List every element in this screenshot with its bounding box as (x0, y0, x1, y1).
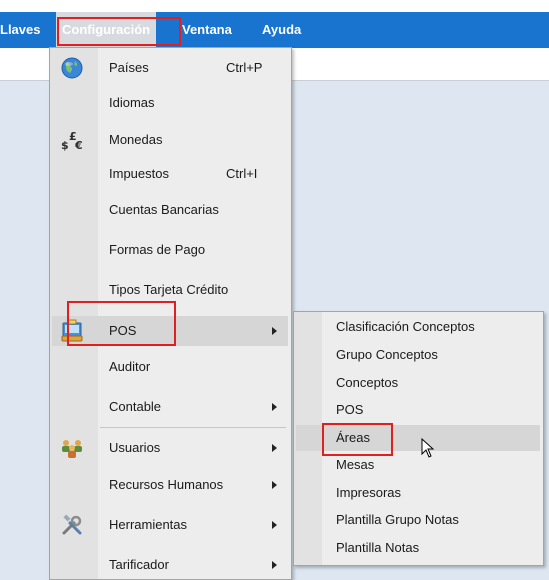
submenu-item-label: Mesas (336, 457, 375, 472)
menu-item-recursos-humanos[interactable]: Recursos Humanos (52, 470, 288, 500)
menu-item-label: Contable (109, 399, 162, 414)
menu-item-auditor[interactable]: Auditor (52, 352, 288, 382)
submenu-item-conceptos[interactable]: Conceptos (296, 370, 540, 396)
submenu-item-label: Clasificación Conceptos (336, 319, 475, 334)
menu-configuracion[interactable]: Configuración (56, 12, 157, 48)
menu-llaves[interactable]: Llaves (0, 12, 40, 48)
submenu-arrow-icon (272, 521, 277, 529)
menu-item-label: Tipos Tarjeta Crédito (109, 282, 229, 297)
window-top-strip (0, 0, 549, 12)
menu-item-label: Idiomas (109, 95, 155, 110)
submenu-item-label: Conceptos (336, 375, 399, 390)
menu-item-label: Formas de Pago (109, 242, 206, 257)
submenu-arrow-icon (272, 481, 277, 489)
menu-item-label: Usuarios (109, 440, 161, 455)
menu-ventana[interactable]: Ventana (182, 12, 232, 48)
menu-item-tarificador[interactable]: Tarificador (52, 550, 288, 580)
submenu-item-label: Plantilla Grupo Notas (336, 512, 459, 527)
submenu-item-label: Áreas (336, 430, 370, 445)
submenu-item-label: POS (336, 402, 364, 417)
submenu-item-grupo-conceptos[interactable]: Grupo Conceptos (296, 342, 540, 368)
pos-submenu: Clasificación Conceptos Grupo Conceptos … (293, 311, 544, 566)
menu-item-cuentas-bancarias[interactable]: Cuentas Bancarias (52, 195, 288, 225)
users-icon (62, 440, 82, 458)
menu-item-label: Monedas (109, 132, 163, 147)
menu-item-label: Recursos Humanos (109, 477, 224, 492)
submenu-arrow-icon (272, 561, 277, 569)
menu-item-paises[interactable]: Países Ctrl+P (52, 53, 288, 83)
submenu-item-areas[interactable]: Áreas (296, 425, 540, 451)
menu-item-herramientas[interactable]: Herramientas (52, 510, 288, 540)
configuracion-menu: Países Ctrl+P Idiomas $ £ € Monedas Impu… (49, 47, 292, 580)
menu-separator (100, 427, 286, 428)
tools-icon (62, 514, 82, 535)
menu-item-label: Cuentas Bancarias (109, 202, 219, 217)
menu-item-label: POS (109, 323, 137, 338)
submenu-item-plantilla-notas[interactable]: Plantilla Notas (296, 535, 540, 561)
pos-icon (61, 319, 83, 342)
svg-text:€: € (74, 139, 83, 152)
submenu-arrow-icon (272, 327, 277, 335)
shortcut-label: Ctrl+I (226, 166, 258, 181)
submenu-item-mesas[interactable]: Mesas (296, 452, 540, 478)
shortcut-label: Ctrl+P (226, 60, 263, 75)
globe-icon (61, 57, 83, 79)
submenu-item-clasificacion-conceptos[interactable]: Clasificación Conceptos (296, 314, 540, 340)
menu-item-pos[interactable]: POS (52, 316, 288, 346)
menu-item-tipos-tarjeta-credito[interactable]: Tipos Tarjeta Crédito (52, 275, 288, 305)
menu-item-label: Auditor (109, 359, 151, 374)
submenu-item-label: Plantilla Notas (336, 540, 420, 555)
menu-item-label: Tarificador (109, 557, 169, 572)
submenu-item-pos[interactable]: POS (296, 397, 540, 423)
submenu-arrow-icon (272, 444, 277, 452)
menu-ayuda[interactable]: Ayuda (262, 12, 301, 48)
menu-item-idiomas[interactable]: Idiomas (52, 88, 288, 118)
submenu-item-impresoras[interactable]: Impresoras (296, 480, 540, 506)
menu-item-label: Impuestos (109, 166, 169, 181)
menu-item-formas-de-pago[interactable]: Formas de Pago (52, 235, 288, 265)
svg-text:$: $ (61, 139, 69, 152)
menu-item-usuarios[interactable]: Usuarios (52, 433, 288, 463)
menu-item-impuestos[interactable]: Impuestos Ctrl+I (52, 159, 288, 189)
menu-item-contable[interactable]: Contable (52, 392, 288, 422)
menu-item-monedas[interactable]: $ £ € Monedas (52, 125, 288, 155)
mouse-pointer-icon (421, 438, 435, 458)
submenu-arrow-icon (272, 403, 277, 411)
submenu-item-label: Grupo Conceptos (336, 347, 438, 362)
submenu-item-plantilla-grupo-notas[interactable]: Plantilla Grupo Notas (296, 507, 540, 533)
currency-icon: $ £ € (61, 130, 83, 152)
menu-bar: Llaves Configuración Ventana Ayuda (0, 12, 549, 48)
menu-item-label: Herramientas (109, 517, 188, 532)
menu-item-label: Países (109, 60, 149, 75)
submenu-item-label: Impresoras (336, 485, 402, 500)
